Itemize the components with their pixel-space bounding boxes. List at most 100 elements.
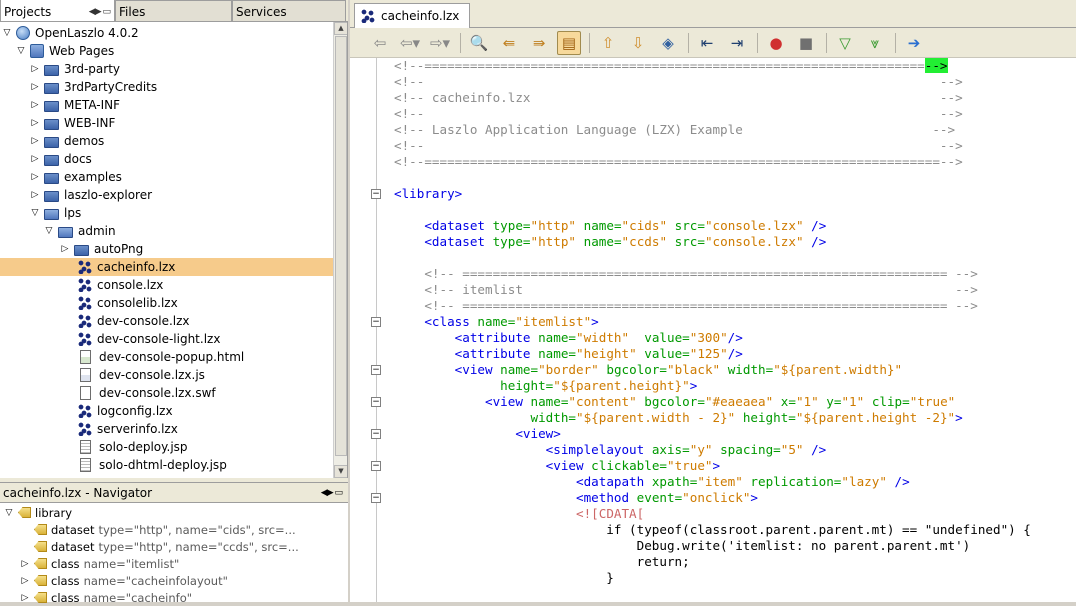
- fold-toggle-icon[interactable]: −: [371, 365, 381, 375]
- tree-item[interactable]: dev-console.lzx: [0, 312, 333, 330]
- comment-icon[interactable]: ▽: [833, 31, 857, 55]
- expanded-toggle-icon[interactable]: ▽: [2, 28, 12, 38]
- tree-item[interactable]: dev-console-popup.html: [0, 348, 333, 366]
- code-token: "true": [909, 394, 956, 409]
- shift-right-icon[interactable]: ⇥: [725, 31, 749, 55]
- lzx-file-icon: [78, 314, 92, 328]
- code-editor[interactable]: <!--====================================…: [350, 58, 1076, 602]
- find-selection-icon[interactable]: 🔍: [467, 31, 491, 55]
- stop-macro-icon[interactable]: ■: [794, 31, 818, 55]
- navigator-item[interactable]: ▷ class name="cacheinfolayout": [0, 572, 348, 589]
- fold-toggle-icon[interactable]: −: [371, 317, 381, 327]
- scroll-down-button[interactable]: ▼: [334, 465, 347, 478]
- collapsed-toggle-icon[interactable]: ▷: [30, 64, 40, 74]
- navigator-item[interactable]: ▽ library: [0, 504, 348, 521]
- code-token: if (typeof(classroot.parent.parent.mt) =…: [394, 522, 1031, 537]
- tree-item[interactable]: consolelib.lzx: [0, 294, 333, 312]
- fold-toggle-icon[interactable]: −: [371, 429, 381, 439]
- collapsed-toggle-icon[interactable]: ▷: [30, 136, 40, 146]
- lzx-file-icon: [78, 260, 92, 274]
- code-token: "y": [689, 442, 713, 457]
- tree-item[interactable]: ▷ docs: [0, 150, 333, 168]
- panel-controls-icon[interactable]: ◀▶ ▭: [89, 7, 111, 17]
- expanded-toggle-icon[interactable]: ▽: [30, 208, 40, 218]
- scroll-up-button[interactable]: ▲: [334, 22, 347, 35]
- forward-history-icon[interactable]: ⇨▾: [428, 31, 452, 55]
- uncomment-icon[interactable]: ⩔: [863, 31, 887, 55]
- toggle-bookmark-icon[interactable]: ◈: [656, 31, 680, 55]
- collapsed-toggle-icon[interactable]: ▷: [20, 593, 30, 603]
- scroll-thumb[interactable]: [335, 36, 347, 456]
- tree-item[interactable]: ▽ Web Pages: [0, 42, 333, 60]
- tree-item[interactable]: ▷ 3rdPartyCredits: [0, 78, 333, 96]
- editor-tab-cacheinfo[interactable]: cacheinfo.lzx: [354, 3, 470, 28]
- tree-item[interactable]: dev-console-light.lzx: [0, 330, 333, 348]
- tree-item[interactable]: ▽ admin: [0, 222, 333, 240]
- expanded-toggle-icon[interactable]: ▽: [44, 226, 54, 236]
- code-token: "true": [666, 458, 713, 473]
- navigator-item[interactable]: dataset type="http", name="ccds", src=...: [0, 538, 348, 555]
- fold-toggle-icon[interactable]: −: [371, 461, 381, 471]
- tree-item[interactable]: ▷ laszlo-explorer: [0, 186, 333, 204]
- fold-toggle-icon[interactable]: −: [371, 189, 381, 199]
- tree-item[interactable]: ▷ autoPng: [0, 240, 333, 258]
- tree-item[interactable]: ▷ demos: [0, 132, 333, 150]
- next-bookmark-icon[interactable]: ⇩: [626, 31, 650, 55]
- code-token: "item": [697, 474, 743, 489]
- code-line: <!-- itemlist -->: [394, 282, 978, 298]
- tree-item[interactable]: ▽ OpenLaszlo 4.0.2: [0, 24, 333, 42]
- code-token: "cids": [621, 218, 668, 233]
- collapsed-toggle-icon[interactable]: ▷: [30, 154, 40, 164]
- collapsed-toggle-icon[interactable]: ▷: [30, 100, 40, 110]
- tree-item[interactable]: ▷ META-INF: [0, 96, 333, 114]
- navigator-controls-icon[interactable]: ◀▶ ▭: [321, 488, 343, 498]
- tree-item[interactable]: solo-dhtml-deploy.jsp: [0, 456, 333, 474]
- run-arrow-icon[interactable]: ➔: [902, 31, 926, 55]
- find-next-icon[interactable]: ⇛: [527, 31, 551, 55]
- tree-item[interactable]: logconfig.lzx: [0, 402, 333, 420]
- navigator-item[interactable]: dataset type="http", name="cids", src=...: [0, 521, 348, 538]
- collapsed-toggle-icon[interactable]: ▷: [60, 244, 70, 254]
- tree-item[interactable]: ▽ lps: [0, 204, 333, 222]
- expanded-toggle-icon[interactable]: ▽: [4, 508, 14, 518]
- tree-item[interactable]: ▷ 3rd-party: [0, 60, 333, 78]
- back-history-icon[interactable]: ⇦▾: [398, 31, 422, 55]
- tree-item[interactable]: serverinfo.lzx: [0, 420, 333, 438]
- navigator-item[interactable]: ▷ class name="itemlist": [0, 555, 348, 572]
- tree-item[interactable]: ▷ WEB-INF: [0, 114, 333, 132]
- tab-services[interactable]: Services: [232, 0, 346, 21]
- project-tree-scrollbar[interactable]: ▲ ▼: [333, 22, 347, 478]
- collapsed-toggle-icon[interactable]: ▷: [30, 82, 40, 92]
- fold-toggle-icon[interactable]: −: [371, 493, 381, 503]
- shift-left-icon[interactable]: ⇤: [695, 31, 719, 55]
- fold-toggle-icon[interactable]: −: [371, 397, 381, 407]
- collapsed-toggle-icon[interactable]: ▷: [30, 190, 40, 200]
- back-arrow-icon[interactable]: ⇦: [368, 31, 392, 55]
- record-macro-icon[interactable]: ●: [764, 31, 788, 55]
- collapsed-toggle-icon[interactable]: ▷: [30, 118, 40, 128]
- tab-files[interactable]: Files: [115, 0, 232, 21]
- expanded-toggle-icon[interactable]: ▽: [16, 46, 26, 56]
- tree-item[interactable]: dev-console.lzx.swf: [0, 384, 333, 402]
- code-line: if (typeof(classroot.parent.parent.mt) =…: [394, 522, 1031, 538]
- code-line: <!-- -->: [394, 74, 963, 90]
- tree-item[interactable]: console.lzx: [0, 276, 333, 294]
- tree-item[interactable]: dev-console.lzx.js: [0, 366, 333, 384]
- tree-item[interactable]: cacheinfo.lzx: [0, 258, 333, 276]
- navigator-item[interactable]: ▷ class name="cacheinfo": [0, 589, 348, 606]
- find-previous-icon[interactable]: ⇚: [497, 31, 521, 55]
- collapsed-toggle-icon[interactable]: ▷: [30, 172, 40, 182]
- tab-projects[interactable]: Projects ◀▶ ▭: [0, 0, 115, 21]
- previous-bookmark-icon[interactable]: ⇧: [596, 31, 620, 55]
- code-token: "${parent.width}": [773, 362, 903, 377]
- collapsed-toggle-icon[interactable]: ▷: [20, 576, 30, 586]
- toggle-highlight-icon[interactable]: ▤: [557, 30, 581, 55]
- tree-item-label: serverinfo.lzx: [97, 422, 178, 436]
- tree-item[interactable]: solo-deploy.jsp: [0, 438, 333, 456]
- collapsed-toggle-icon[interactable]: ▷: [20, 559, 30, 569]
- tree-item[interactable]: ▷ examples: [0, 168, 333, 186]
